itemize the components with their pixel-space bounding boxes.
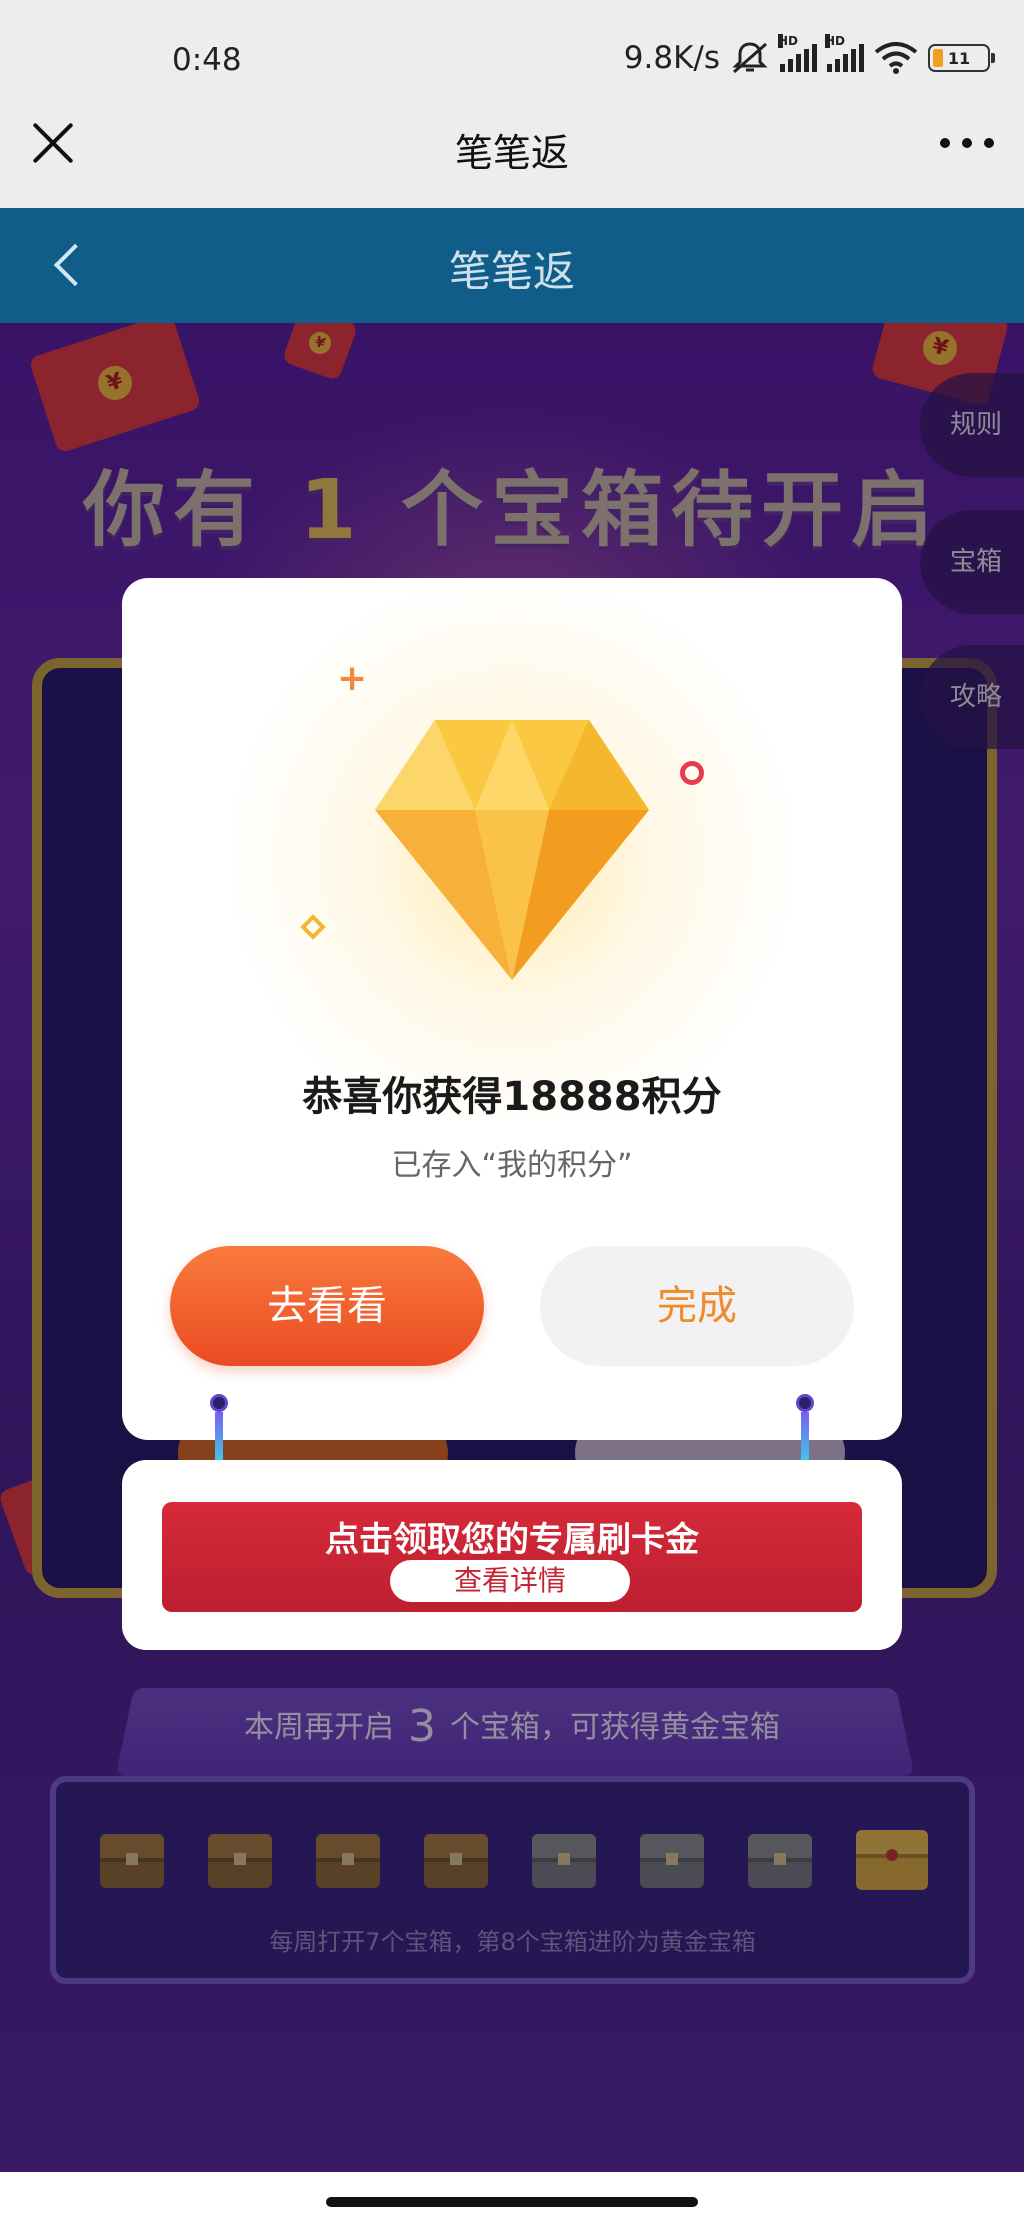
- status-indicators: 9.8K/s HD HD 11: [623, 34, 995, 76]
- page-title: 笔笔返: [448, 247, 575, 296]
- mute-icon: [732, 42, 768, 74]
- promo-banner[interactable]: 点击领取您的专属刷卡金 查看详情: [162, 1502, 862, 1612]
- page-header: 笔笔返: [0, 208, 1024, 323]
- network-speed: 9.8K/s: [623, 40, 720, 76]
- bottom-strip: [0, 2172, 1024, 2219]
- reward-modal: + 恭喜你获得18888积分 已存入“我的积分” 去看看 完成: [122, 578, 902, 1440]
- view-details-button[interactable]: 查看详情: [390, 1560, 630, 1602]
- reward-subtitle: 已存入“我的积分”: [391, 1148, 633, 1183]
- home-indicator[interactable]: [326, 2197, 698, 2207]
- signal-icon-2: HD: [825, 34, 864, 72]
- wechat-nav-bar: 笔笔返: [0, 88, 1024, 208]
- signal-icon: HD: [778, 34, 817, 72]
- promo-banner-card: 点击领取您的专属刷卡金 查看详情: [122, 1460, 902, 1650]
- diamond-icon: [375, 720, 649, 980]
- reward-title: 恭喜你获得18888积分: [302, 1074, 722, 1120]
- sparkle-ring-icon: [680, 761, 704, 785]
- battery-icon: 11: [928, 44, 995, 72]
- more-icon[interactable]: [940, 138, 994, 148]
- wechat-title: 笔笔返: [454, 131, 569, 175]
- sparkle-plus-icon: +: [337, 658, 368, 699]
- wifi-icon: [874, 42, 918, 74]
- go-see-button[interactable]: 去看看: [170, 1246, 484, 1366]
- promo-banner-text: 点击领取您的专属刷卡金: [325, 1520, 699, 1560]
- status-time: 0:48: [172, 42, 242, 78]
- done-button[interactable]: 完成: [540, 1246, 854, 1366]
